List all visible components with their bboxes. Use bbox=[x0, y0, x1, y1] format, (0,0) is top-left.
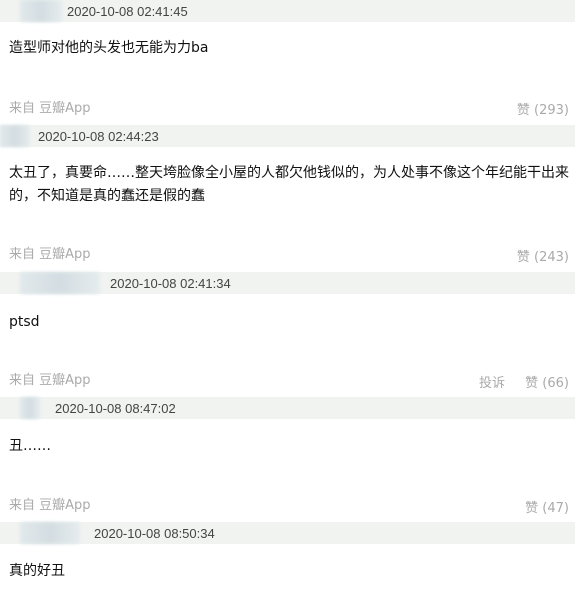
source-prefix: 来自 bbox=[9, 247, 36, 262]
source-prefix: 来自 bbox=[9, 373, 36, 388]
like-button[interactable]: 赞 (293) bbox=[517, 103, 569, 118]
comment-text: 丑…… bbox=[9, 438, 51, 454]
comment-actions: 投诉 赞 (66) bbox=[479, 372, 569, 391]
user-avatar[interactable] bbox=[0, 125, 30, 147]
comment-header: 2020-10-08 02:41:34 bbox=[0, 272, 575, 294]
user-avatar[interactable] bbox=[20, 272, 100, 294]
comment-timestamp: 2020-10-08 02:44:23 bbox=[38, 129, 159, 144]
comment-actions: 赞 (47) bbox=[509, 497, 569, 516]
comment-text: 真的好丑 bbox=[9, 563, 65, 579]
comment-actions: 赞 (293) bbox=[501, 99, 569, 118]
comment-header: 2020-10-08 08:50:34 bbox=[0, 522, 575, 544]
source-prefix: 来自 bbox=[9, 101, 36, 116]
comment-header: 2020-10-08 08:47:02 bbox=[0, 397, 575, 419]
comment-text: 造型师对他的头发也无能为力ba bbox=[9, 40, 209, 56]
comment-header: 2020-10-08 02:44:23 bbox=[0, 125, 575, 147]
comment-source: 来自 豆瓣App bbox=[9, 243, 91, 262]
comment-source: 来自 豆瓣App bbox=[9, 97, 91, 116]
comment-actions: 赞 (243) bbox=[501, 246, 569, 265]
like-button[interactable]: 赞 (243) bbox=[517, 250, 569, 265]
user-avatar[interactable] bbox=[20, 397, 40, 419]
comment-timestamp: 2020-10-08 02:41:34 bbox=[110, 276, 231, 291]
like-button[interactable]: 赞 (66) bbox=[525, 376, 569, 391]
comment-timestamp: 2020-10-08 02:41:45 bbox=[67, 4, 188, 19]
comment-text: ptsd bbox=[9, 314, 40, 330]
source-app-link[interactable]: 豆瓣App bbox=[39, 101, 90, 116]
comment-text: 太丑了，真要命……整天垮脸像全小屋的人都欠他钱似的，为人处事不像这个年纪能干出来… bbox=[9, 165, 569, 204]
like-button[interactable]: 赞 (47) bbox=[525, 501, 569, 516]
source-app-link[interactable]: 豆瓣App bbox=[39, 373, 90, 388]
source-app-link[interactable]: 豆瓣App bbox=[39, 247, 90, 262]
comment-source: 来自 豆瓣App bbox=[9, 369, 91, 388]
report-button[interactable]: 投诉 bbox=[479, 376, 505, 391]
comment-header: 2020-10-08 02:41:45 bbox=[0, 0, 575, 22]
comment-timestamp: 2020-10-08 08:47:02 bbox=[55, 401, 176, 416]
comment-source: 来自 豆瓣App bbox=[9, 494, 91, 513]
comment-timestamp: 2020-10-08 08:50:34 bbox=[94, 526, 215, 541]
source-app-link[interactable]: 豆瓣App bbox=[39, 498, 90, 513]
user-avatar[interactable] bbox=[20, 0, 62, 22]
source-prefix: 来自 bbox=[9, 498, 36, 513]
user-avatar[interactable] bbox=[20, 522, 80, 544]
